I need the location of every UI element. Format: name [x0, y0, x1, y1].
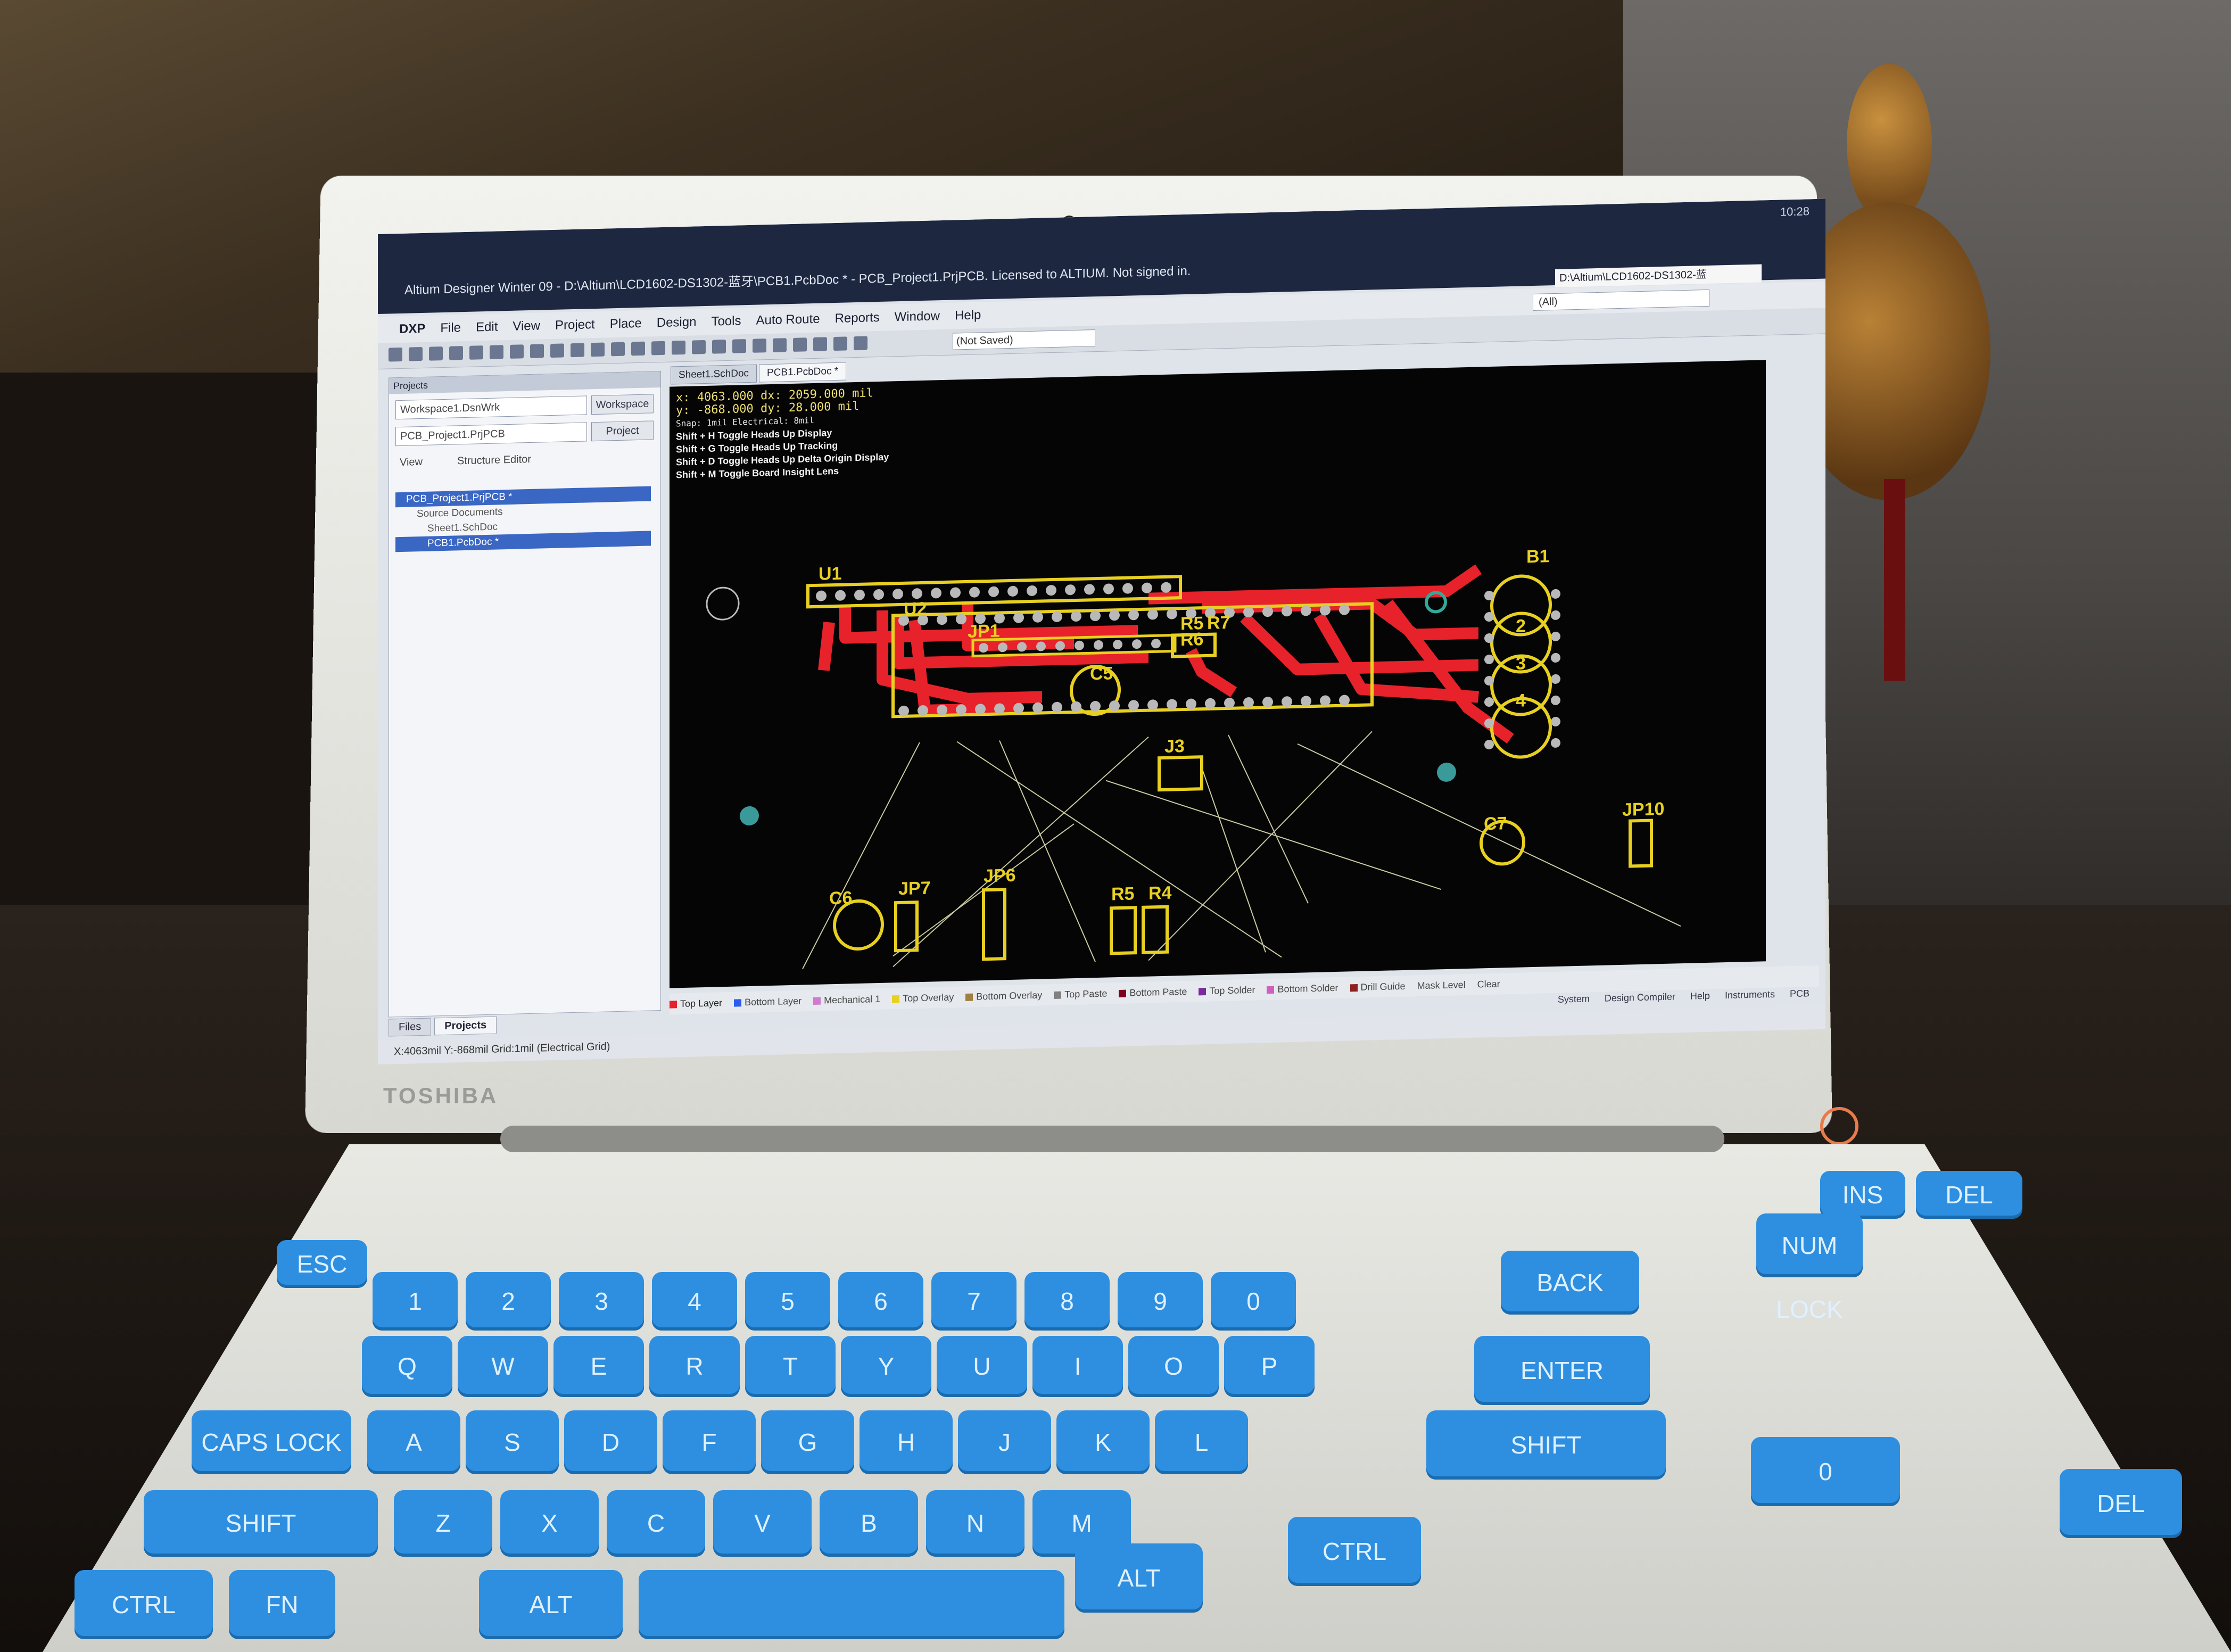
key-2[interactable]: 2 — [466, 1272, 551, 1331]
key-s[interactable]: S — [466, 1410, 559, 1474]
key-9[interactable]: 9 — [1118, 1272, 1203, 1331]
key-h[interactable]: H — [860, 1410, 953, 1474]
key-e[interactable]: E — [553, 1336, 644, 1397]
key-7[interactable]: 7 — [931, 1272, 1017, 1331]
key-f[interactable]: F — [663, 1410, 756, 1474]
key-z[interactable]: Z — [394, 1490, 492, 1557]
key-alt-right[interactable]: ALT — [1075, 1543, 1203, 1613]
key-esc[interactable]: ESC — [277, 1240, 367, 1288]
key-p[interactable]: P — [1224, 1336, 1315, 1397]
key-numpad-0[interactable]: 0 — [1751, 1437, 1900, 1506]
key-l[interactable]: L — [1155, 1410, 1248, 1474]
key-8[interactable]: 8 — [1024, 1272, 1110, 1331]
key-r[interactable]: R — [649, 1336, 740, 1397]
key-u[interactable]: U — [937, 1336, 1027, 1397]
key-space[interactable] — [639, 1570, 1064, 1639]
photo-scene: 10:28 Altium Designer Winter 09 - D:\Alt… — [0, 0, 2231, 1652]
key-k[interactable]: K — [1056, 1410, 1150, 1474]
key-v[interactable]: V — [713, 1490, 812, 1557]
keyboard: ESC1234567890BACK SPACEQWERTYUIOPASDFGHJ… — [0, 0, 2231, 1652]
key-enter[interactable]: ENTER — [1474, 1336, 1650, 1405]
key-ctrl-left[interactable]: CTRL — [75, 1570, 213, 1639]
key-g[interactable]: G — [761, 1410, 854, 1474]
key-ctrl-right[interactable]: CTRL — [1288, 1517, 1421, 1586]
key-d[interactable]: D — [564, 1410, 657, 1474]
key-0[interactable]: 0 — [1211, 1272, 1296, 1331]
key-6[interactable]: 6 — [838, 1272, 923, 1331]
key-4[interactable]: 4 — [652, 1272, 737, 1331]
key-j[interactable]: J — [958, 1410, 1051, 1474]
key-3[interactable]: 3 — [559, 1272, 644, 1331]
key-ins[interactable]: INS — [1820, 1171, 1905, 1219]
key-c[interactable]: C — [607, 1490, 705, 1557]
key-a[interactable]: A — [367, 1410, 460, 1474]
key-shift-right[interactable]: SHIFT — [1426, 1410, 1666, 1480]
key-t[interactable]: T — [745, 1336, 836, 1397]
key-numlock[interactable]: NUM LOCK — [1756, 1213, 1863, 1323]
key-i[interactable]: I — [1032, 1336, 1123, 1397]
key-fn[interactable]: FN — [229, 1570, 335, 1639]
key-n[interactable]: N — [926, 1490, 1024, 1557]
key-1[interactable]: 1 — [373, 1272, 458, 1331]
key-q[interactable]: Q — [362, 1336, 452, 1397]
key-5[interactable]: 5 — [745, 1272, 830, 1331]
key-o[interactable]: O — [1128, 1336, 1219, 1397]
key-alt-left[interactable]: ALT — [479, 1570, 623, 1639]
key-y[interactable]: Y — [841, 1336, 931, 1397]
key-x[interactable]: X — [500, 1490, 599, 1557]
key-b[interactable]: B — [820, 1490, 918, 1557]
key-w[interactable]: W — [458, 1336, 548, 1397]
key-shift-left[interactable]: SHIFT — [144, 1490, 378, 1557]
key-del[interactable]: DEL — [1916, 1171, 2022, 1219]
key-capslock[interactable]: CAPS LOCK — [192, 1410, 351, 1474]
key-backspace[interactable]: BACK SPACE — [1501, 1251, 1639, 1360]
key-numpad-del[interactable]: DEL — [2060, 1469, 2182, 1538]
